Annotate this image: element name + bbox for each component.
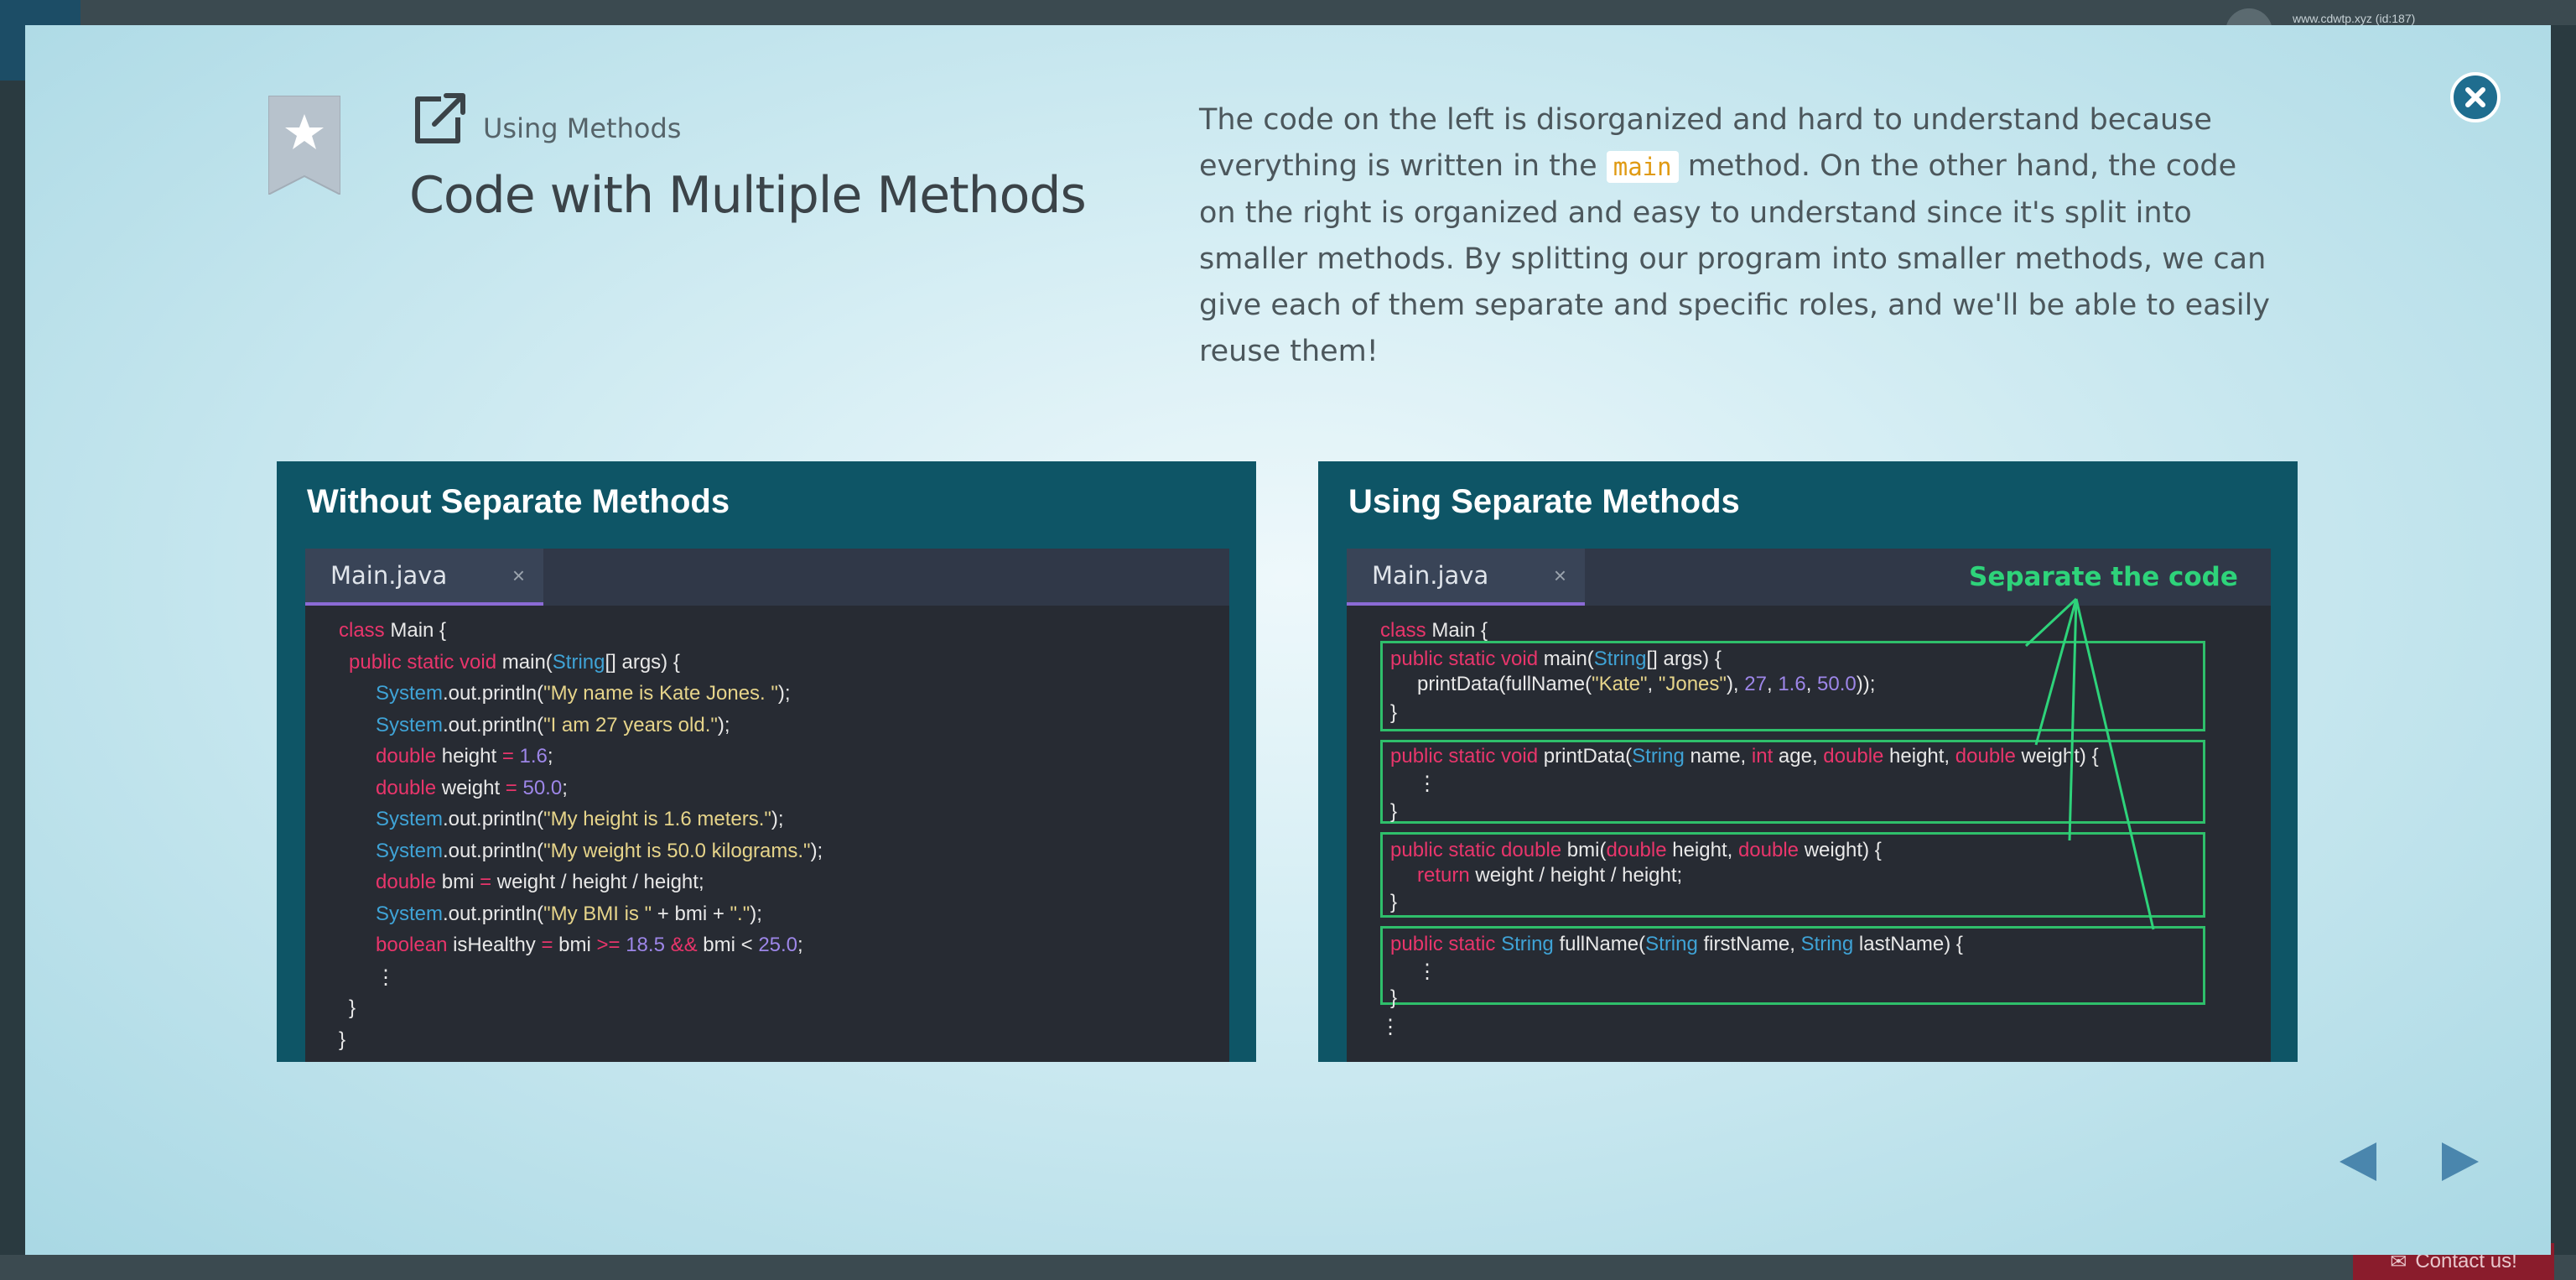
code-line: boolean isHealthy = bmi >= 18.5 && bmi <… (376, 934, 803, 957)
code-token: public static void (349, 650, 502, 674)
code-token: ); (750, 902, 762, 925)
code-token: isHealthy (453, 934, 542, 956)
panel-title: Without Separate Methods (307, 483, 730, 520)
code-token: "My BMI is " (543, 902, 652, 925)
code-token: class (339, 619, 391, 642)
code-line: System.out.println("I am 27 years old.")… (376, 714, 730, 737)
editor-tabbar: Main.java × (305, 549, 1229, 606)
code-token: weight / height / height; (496, 871, 704, 893)
code-token: height (441, 745, 502, 767)
code-editor: Main.java × class Main { public static vo… (305, 549, 1229, 1062)
lesson-modal: Using Methods Code with Multiple Methods… (25, 25, 2551, 1255)
code-token: 1.6 (519, 745, 548, 767)
code-line: System.out.println("My height is 1.6 met… (376, 808, 784, 831)
code-token: "My name is Kate Jones. " (543, 682, 778, 705)
code-editor: Main.java × Separate the code class Main… (1347, 549, 2271, 1062)
code-token: System (376, 682, 444, 705)
tab-close-icon[interactable]: × (512, 563, 525, 589)
tab-main-java[interactable]: Main.java × (305, 549, 543, 606)
code-line: System.out.println("My BMI is " + bmi + … (376, 903, 762, 926)
panel-using-separate-methods: Using Separate Methods Main.java × Separ… (1318, 461, 2298, 1062)
prev-slide-button[interactable] (2329, 1132, 2388, 1191)
code-token: } (339, 1028, 346, 1051)
background-url-text: www.cdwtp.xyz (id:187) (2293, 12, 2416, 25)
code-token: double (376, 871, 442, 893)
code-token: String (552, 650, 605, 674)
code-token: weight (441, 776, 506, 799)
code-token: ; (547, 745, 553, 767)
triangle-left-icon (2340, 1142, 2376, 1181)
code-token: "." (730, 902, 750, 925)
code-token: 50.0 (522, 776, 563, 799)
code-token: bmi (558, 934, 597, 956)
code-token: .out.println( (443, 808, 544, 830)
code-token: main( (501, 650, 553, 674)
annotation-arrows (2024, 597, 2155, 930)
code-token: System (376, 713, 444, 736)
triangle-right-icon (2442, 1142, 2479, 1181)
inline-code-main: main (1606, 151, 1679, 183)
background-bottombar (0, 1255, 2576, 1280)
code-token: ); (777, 682, 791, 705)
code-line: class Main { (339, 619, 446, 643)
code-token: "My weight is 50.0 kilograms." (543, 839, 811, 862)
code-token: = (541, 934, 559, 956)
code-token: } (349, 996, 356, 1019)
code-token: ⋮ (376, 965, 396, 989)
code-token: "My height is 1.6 meters." (543, 808, 771, 830)
code-token: ); (810, 839, 823, 862)
code-line: public static void main(String[] args) { (349, 651, 680, 674)
code-token: = (480, 871, 497, 893)
code-token: System (376, 902, 444, 925)
external-link-icon[interactable] (409, 89, 468, 148)
lesson-category: Using Methods (409, 89, 681, 148)
code-token: ); (771, 808, 784, 830)
code-token: ); (717, 713, 730, 736)
close-button[interactable] (2450, 72, 2501, 122)
panel-title: Using Separate Methods (1348, 483, 1740, 520)
code-token: .out.println( (443, 839, 544, 862)
code-line: System.out.println("My weight is 50.0 ki… (376, 840, 823, 863)
code-token: "I am 27 years old." (543, 713, 718, 736)
code-token: >= (596, 934, 626, 956)
code-token: bmi (441, 871, 480, 893)
code-token: bmi < (703, 934, 759, 956)
panel-without-separate-methods: Without Separate Methods Main.java × cla… (277, 461, 1256, 1062)
code-token: System (376, 839, 444, 862)
page-title: Code with Multiple Methods (409, 166, 1087, 225)
code-line: } (339, 1028, 345, 1052)
star-bookmark-icon[interactable] (268, 96, 340, 195)
code-line: } (349, 996, 356, 1020)
code-token: Main { (390, 619, 447, 642)
code-line: double height = 1.6; (376, 745, 553, 768)
code-line: ⋮ (376, 965, 396, 990)
code-token: && (670, 934, 704, 956)
code-token: = (505, 776, 523, 799)
background-topbar (0, 0, 2576, 25)
code-token: + bmi + (652, 902, 730, 925)
code-token: System (376, 808, 444, 830)
code-token: double (376, 776, 442, 799)
code-token: .out.println( (443, 682, 544, 705)
code-token: 25.0 (758, 934, 798, 956)
tab-label: Main.java (330, 561, 448, 590)
code-line: double bmi = weight / height / height; (376, 871, 704, 894)
code-token: .out.println( (443, 902, 544, 925)
next-slide-button[interactable] (2430, 1132, 2489, 1191)
code-line: double weight = 50.0; (376, 777, 568, 800)
code-line: System.out.println("My name is Kate Jone… (376, 682, 791, 705)
code-token: = (501, 745, 520, 767)
close-icon (2465, 87, 2485, 107)
code-token: double (376, 745, 442, 767)
category-label: Using Methods (483, 112, 682, 144)
code-token: 18.5 (626, 934, 671, 956)
code-token: boolean (376, 934, 454, 956)
code-token: [] args) { (605, 650, 680, 674)
code-token: ; (562, 776, 568, 799)
description-text: The code on the left is disorganized and… (1199, 97, 2281, 375)
code-token: ; (797, 934, 803, 956)
code-token: .out.println( (443, 713, 544, 736)
